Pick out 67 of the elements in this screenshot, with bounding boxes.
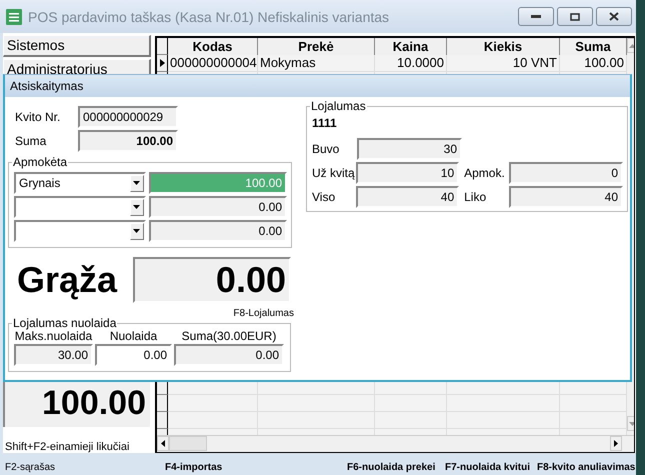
column-label: Nuolaida	[110, 329, 158, 344]
field-label: Viso	[312, 190, 336, 204]
row-header[interactable]	[157, 55, 168, 72]
field-label: Liko	[464, 190, 488, 204]
shortcut-hint: F4-importas	[165, 462, 224, 473]
shortcut-hint: F7-nuolaida kvitui	[445, 462, 532, 473]
dialog-title: Atsiskaitymas	[10, 79, 84, 93]
field-label: Buvo	[312, 142, 340, 156]
table-cell: 10.0000	[375, 55, 447, 72]
minimize-button[interactable]	[518, 7, 554, 26]
dropdown-button[interactable]	[130, 198, 144, 216]
shortcut-hint: F2-sąrašas	[4, 462, 56, 473]
scroll-thumb[interactable]	[169, 436, 207, 451]
sidebar-button[interactable]: Sistemos	[3, 35, 151, 57]
minimize-icon	[531, 14, 541, 18]
amount-field[interactable]: 0.00	[148, 196, 287, 218]
maximize-button[interactable]	[557, 7, 593, 26]
scroll-left-button[interactable]	[157, 436, 169, 451]
caret-icon	[133, 181, 140, 185]
amount-field[interactable]: 0.00	[148, 220, 287, 242]
points-field: 40	[356, 186, 460, 208]
table-cell: Mokymas	[258, 55, 375, 72]
table-cell: 10 VNT	[447, 55, 560, 72]
maximize-icon	[570, 12, 580, 20]
group-title: Lojalumas	[310, 99, 367, 113]
group-title: Lojalumas nuolaida	[12, 316, 118, 330]
shortcut-hint: F8-Lojalumas	[232, 308, 294, 319]
arrow-down-icon	[628, 422, 634, 426]
column-label: Maks.nuolaida	[14, 329, 92, 344]
arrow-right-icon	[614, 440, 618, 447]
window-title: POS pardavimo taškas (Kasa Nr.01) Nefiskalinis variantas	[28, 8, 390, 24]
discount-field: 0.00	[174, 344, 284, 366]
app-icon	[6, 8, 22, 24]
table-cell: 100.00	[560, 55, 627, 72]
field-label: Kvito Nr.	[15, 110, 62, 124]
dropdown-button[interactable]	[130, 174, 144, 192]
points-field: 30	[357, 138, 462, 160]
column-label: Suma(30.00EUR)	[182, 329, 276, 344]
discount-field: 30.00	[14, 344, 93, 366]
dropdown-button[interactable]	[130, 222, 144, 240]
points-field: 10	[356, 162, 460, 184]
sum-field: 100.00	[78, 130, 178, 152]
field-label: Suma	[15, 134, 48, 148]
close-icon	[609, 12, 619, 21]
group-title: Apmokėta	[12, 155, 68, 169]
points-field: 0	[509, 162, 624, 184]
caret-icon	[133, 205, 140, 209]
points-field: 40	[509, 186, 624, 208]
discount-field[interactable]: 0.00	[95, 344, 172, 366]
change-field: 0.00	[133, 257, 291, 303]
arrow-left-icon	[161, 440, 165, 447]
scroll-right-button[interactable]	[610, 436, 622, 451]
shortcut-hint: F8-kvito anuliavimas	[537, 462, 636, 473]
card-number: 1111	[312, 116, 338, 130]
caret-icon	[133, 229, 140, 233]
horizontal-scrollbar[interactable]	[157, 435, 634, 452]
field-label: Apmok.	[464, 166, 506, 180]
table-cell: 000000000004	[168, 55, 258, 72]
arrow-up-icon	[628, 44, 634, 48]
receipt-number-field: 000000000029	[78, 106, 178, 128]
total-display: 100.00	[3, 380, 150, 427]
shortcut-hint: Shift+F2-einamieji likučiai	[4, 441, 130, 453]
field-label: Už kvitą	[312, 166, 356, 180]
close-button[interactable]	[596, 7, 632, 26]
shortcut-hint: F6-nuolaida prekei	[347, 462, 436, 473]
change-label: Grąža	[16, 259, 118, 301]
payment-method-dropdown[interactable]: Grynais	[14, 172, 146, 194]
